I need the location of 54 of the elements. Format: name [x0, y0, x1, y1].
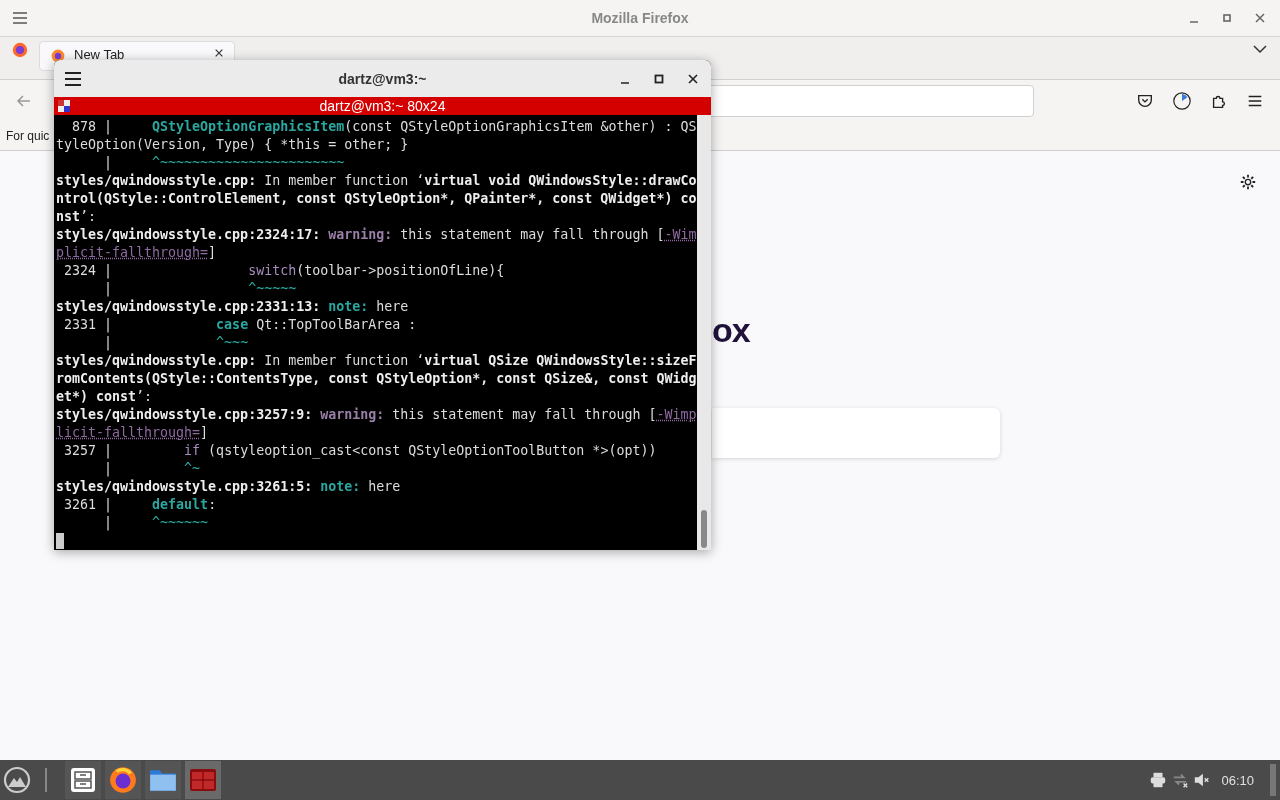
- tab-label: New Tab: [74, 47, 126, 62]
- muted-speaker-icon[interactable]: [1193, 771, 1212, 789]
- terminal-line: nst’:: [56, 208, 98, 226]
- firefox-icon: [108, 765, 138, 795]
- terminal-line: 878 | QStyleOptionGraphicsItem(const QStyleOptionGraphicsItem &other) : QS: [71, 118, 697, 136]
- close-icon[interactable]: [687, 72, 699, 85]
- terminal-line: | ^~: [103, 460, 202, 478]
- panel-handle[interactable]: [1270, 764, 1276, 796]
- logo-wordmark: ox: [712, 311, 750, 350]
- terminal-icon: [189, 766, 217, 794]
- terminal-line: licit-fallthrough=]: [56, 424, 210, 442]
- close-icon[interactable]: [214, 48, 224, 58]
- terminal-line: 2331 | case Qt::TopToolBarArea :: [63, 316, 418, 334]
- taskbar-app[interactable]: [105, 761, 141, 799]
- taskbar-app[interactable]: [65, 761, 101, 799]
- terminal-line: et*) const’:: [56, 388, 154, 406]
- terminal-line: tyleOption(Version, Type) { *this = other; }: [56, 136, 410, 154]
- network-disconnected-icon[interactable]: [1171, 771, 1190, 789]
- terminal-line: styles/qwindowsstyle.cpp: In member function ‘virtual void QWindowsStyle::drawCo: [56, 172, 697, 190]
- bookmarks-hint: For quic: [6, 129, 50, 143]
- terminal-line: styles/qwindowsstyle.cpp: In member function ‘virtual QSize QWindowsStyle::sizeF: [56, 352, 697, 370]
- window-title: dartz@vm3:~: [338, 70, 427, 87]
- terminal-line: styles/qwindowsstyle.cpp:2331:13: note: here: [56, 298, 410, 316]
- settings-icon[interactable]: [1239, 173, 1257, 191]
- terminal-line: romContents(QStyle::ContentsType, const QStyleOption*, const QSize&, const QWidg: [56, 370, 697, 388]
- terminal-icon: [58, 100, 70, 112]
- back-arrow-icon[interactable]: [16, 93, 32, 109]
- firefox-icon[interactable]: [11, 41, 29, 59]
- terminal-header: dartz@vm3:~ 80x24: [319, 98, 446, 114]
- terminal-line: styles/qwindowsstyle.cpp:3257:9: warning: this statement may fall through [-Wimp: [56, 406, 697, 424]
- search-field[interactable]: [712, 408, 1000, 458]
- account-progress-icon[interactable]: [1172, 91, 1192, 111]
- text-cursor: [56, 533, 64, 549]
- terminal-line: plicit-fallthrough=]: [56, 244, 218, 262]
- firefox-icon: [50, 48, 66, 64]
- scrollbar-thumb[interactable]: [701, 510, 707, 548]
- terminal-line: ntrol(QStyle::ControlElement, const QStyleOption*, QPainter*, const QWidget*) co: [56, 190, 697, 208]
- maximize-icon[interactable]: [653, 72, 665, 85]
- terminal-line: | ^~~~: [103, 334, 250, 352]
- terminal-line: styles/qwindowsstyle.cpp:3261:5: note: here: [56, 478, 402, 496]
- terminal-line: | ^~~~~~: [103, 280, 298, 298]
- pocket-icon[interactable]: [1136, 92, 1154, 110]
- terminal-line: 3261 | default:: [63, 496, 218, 514]
- clock: 06:10: [1221, 772, 1254, 788]
- taskbar-app[interactable]: [145, 761, 181, 799]
- file-cabinet-icon: [69, 766, 97, 794]
- terminal-line: styles/qwindowsstyle.cpp:2324:17: warning: this statement may fall through [-Wim: [56, 226, 697, 244]
- terminal-line: 3257 | if (qstyleoption_cast<const QStyleOptionToolButton *>(opt)): [63, 442, 658, 460]
- start-menu-icon[interactable]: [3, 766, 31, 794]
- terminal-line: 2324 | switch(toolbar->positionOfLine){: [63, 262, 506, 280]
- terminal-line: | ^~~~~~~: [103, 514, 210, 532]
- printer-icon[interactable]: [1149, 771, 1168, 789]
- window-title: Mozilla Firefox: [591, 10, 689, 26]
- terminal-line: | ^~~~~~~~~~~~~~~~~~~~~~~~: [103, 154, 346, 172]
